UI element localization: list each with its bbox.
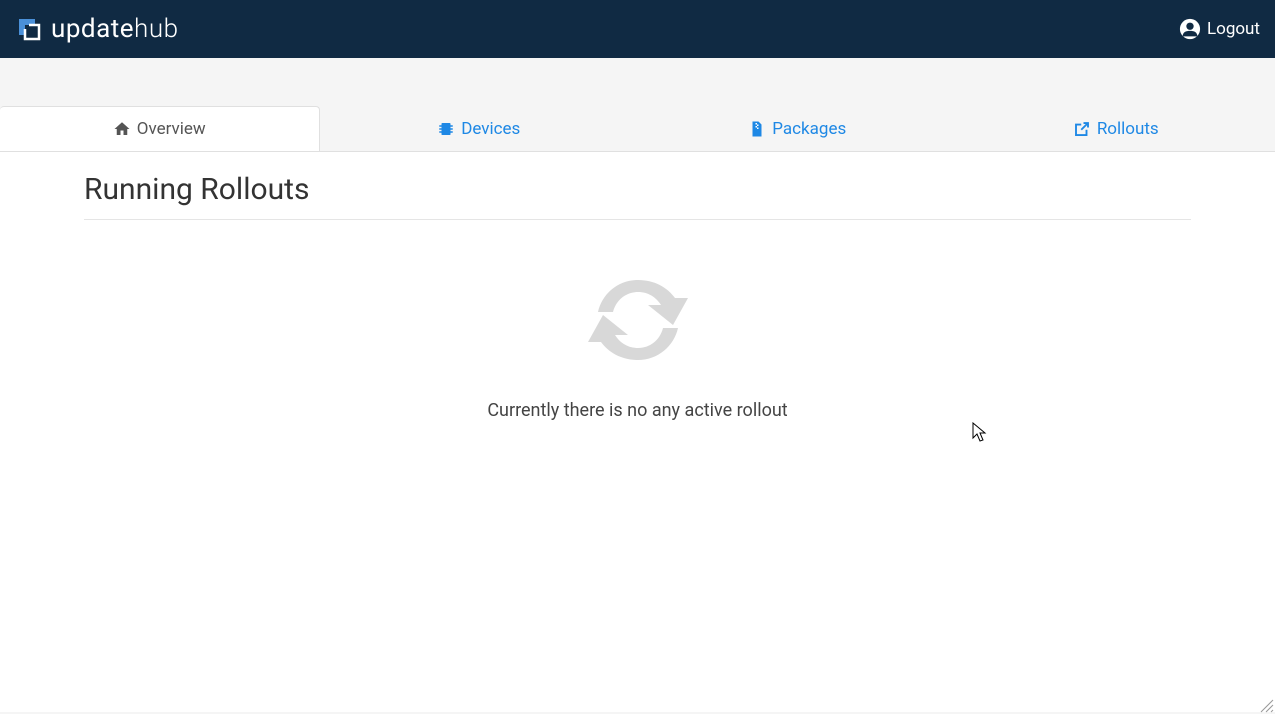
- tab-packages-label: Packages: [772, 119, 846, 139]
- user-circle-icon: [1179, 18, 1201, 40]
- tab-overview-label: Overview: [137, 119, 206, 139]
- tab-devices[interactable]: Devices: [320, 106, 639, 151]
- main-content: Running Rollouts Currently there is no a…: [0, 152, 1275, 712]
- logout-button[interactable]: Logout: [1179, 18, 1260, 40]
- empty-message: Currently there is no any active rollout: [487, 400, 787, 421]
- page-title: Running Rollouts: [84, 172, 1191, 220]
- sync-icon: [578, 270, 698, 370]
- logout-label: Logout: [1207, 19, 1260, 39]
- logo-icon: [15, 15, 43, 43]
- microchip-icon: [437, 120, 455, 138]
- empty-state: Currently there is no any active rollout: [84, 250, 1191, 421]
- brand-name: updatehub: [51, 14, 179, 44]
- brand-logo[interactable]: updatehub: [15, 14, 179, 44]
- file-archive-icon: [748, 120, 766, 138]
- tab-overview[interactable]: Overview: [0, 106, 320, 151]
- brand-name-part2: hub: [134, 14, 179, 44]
- home-icon: [113, 120, 131, 138]
- tab-rollouts[interactable]: Rollouts: [957, 106, 1275, 151]
- app-header: updatehub Logout: [0, 0, 1275, 58]
- tab-rollouts-label: Rollouts: [1097, 119, 1159, 139]
- tab-packages[interactable]: Packages: [638, 106, 957, 151]
- tab-devices-label: Devices: [461, 119, 520, 139]
- main-tabs: Overview Devices Package: [0, 106, 1275, 152]
- external-link-icon: [1073, 120, 1091, 138]
- brand-name-part1: update: [51, 14, 134, 44]
